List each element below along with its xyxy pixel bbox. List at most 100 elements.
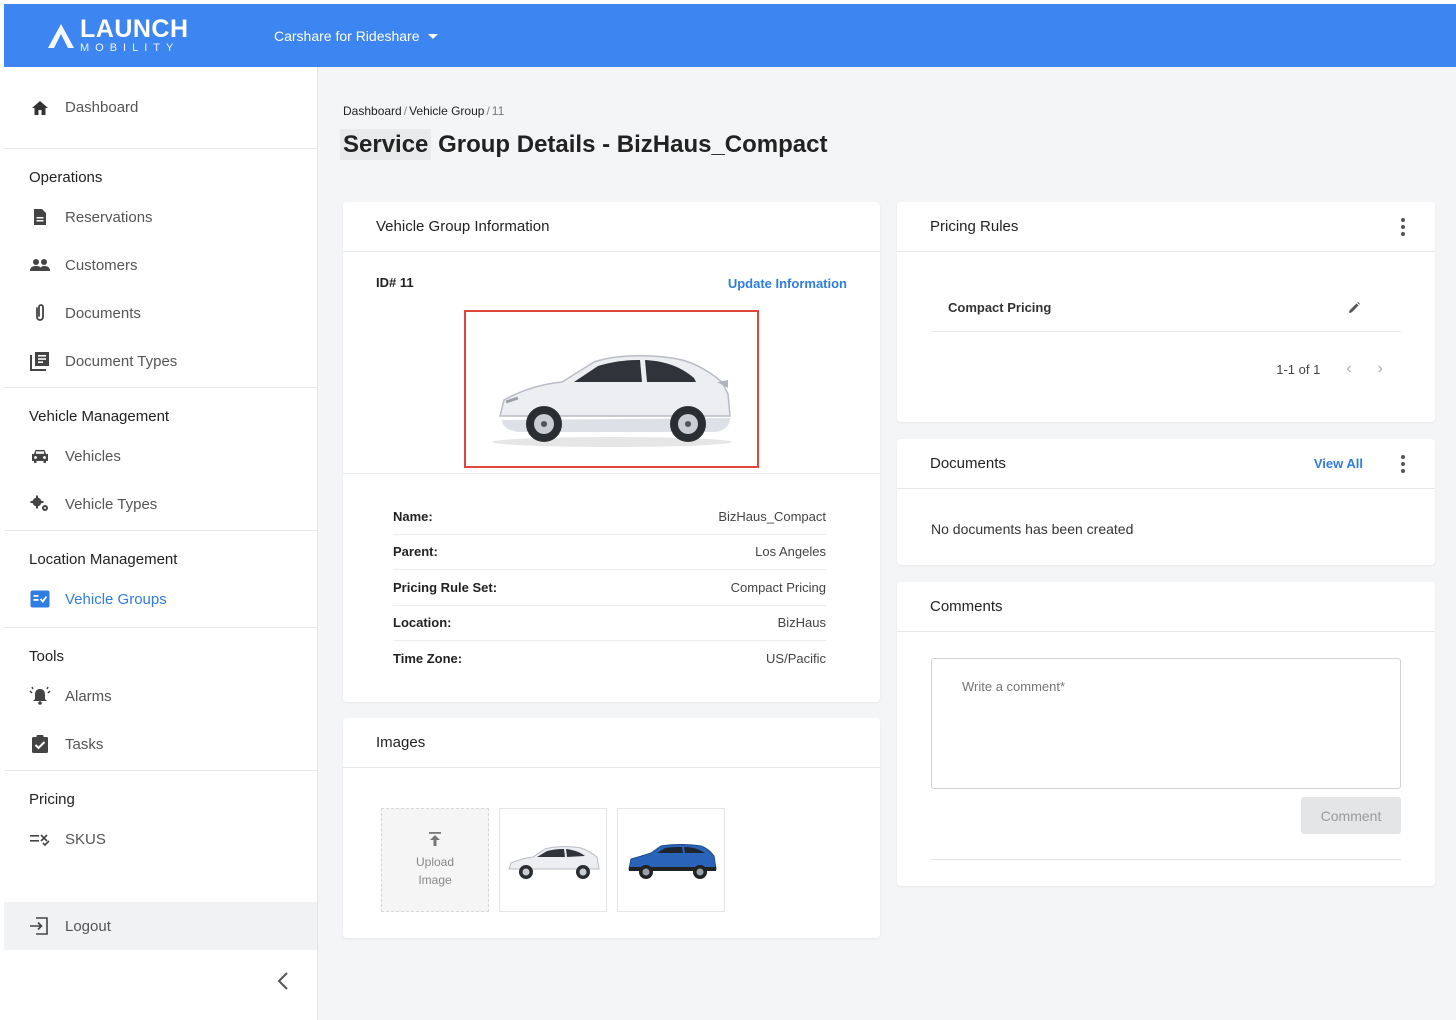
app-switcher-label: Carshare for Rideshare	[274, 27, 420, 44]
section-tools: Tools	[4, 627, 317, 672]
sidebar-item-label: Document Types	[65, 352, 178, 370]
pricing-rule-row[interactable]: Compact Pricing	[931, 284, 1401, 332]
upload-label-line2: Image	[418, 873, 452, 887]
sidebar-item-label: Documents	[65, 304, 141, 322]
upload-label-line1: Upload	[415, 855, 455, 869]
field-label: Pricing Rule Set:	[393, 579, 498, 595]
page-title-highlight: Service	[340, 129, 432, 160]
card-heading-label: Pricing Rules	[930, 218, 1019, 235]
edit-pencil-icon[interactable]	[1347, 301, 1361, 315]
update-information-link[interactable]: Update Information	[728, 276, 847, 291]
card-heading: Images	[343, 718, 880, 768]
logout-label: Logout	[65, 917, 111, 935]
section-location-management: Location Management	[4, 530, 317, 575]
people-icon	[29, 255, 51, 275]
comment-button[interactable]: Comment	[1301, 797, 1401, 834]
caret-down-icon	[427, 34, 438, 39]
sidebar-item-tasks[interactable]: Tasks	[4, 720, 317, 768]
main-content: Dashboard / Vehicle Group/11 Service Group…	[318, 67, 1456, 1020]
car-icon	[29, 446, 51, 466]
card-heading: Vehicle Group Information	[343, 202, 880, 252]
sidebar-item-documents[interactable]: Documents	[4, 289, 317, 337]
card-heading: Comments	[897, 582, 1435, 632]
vehicle-group-fields: Name: BizHaus_Compact Parent: Los Angeles …	[393, 499, 826, 677]
sidebar-item-vehicle-groups[interactable]: Vehicle Groups	[4, 575, 317, 623]
sidebar-item-label: Customers	[65, 256, 138, 274]
card-divider	[343, 473, 880, 474]
breadcrumb-separator: /	[403, 104, 408, 118]
sidebar-item-alarms[interactable]: Alarms	[4, 672, 317, 720]
vehicle-group-hero-image[interactable]	[464, 310, 759, 468]
top-bar: LAUNCH MOBILITY Carshare for Rideshare	[4, 4, 1456, 67]
card-heading-label: Documents	[930, 455, 1006, 472]
page-title-rest: Group Details - BizHaus_Compact	[431, 131, 828, 158]
field-value: Los Angeles	[755, 544, 826, 560]
list-check-icon	[29, 829, 51, 849]
app-switcher-dropdown[interactable]: Carshare for Rideshare	[274, 28, 438, 44]
images-card: Images Upload Image	[343, 718, 880, 938]
white-hatchback-thumbnail	[508, 846, 600, 879]
field-label: Time Zone:	[393, 651, 463, 667]
sidebar-item-vehicles[interactable]: Vehicles	[4, 432, 317, 480]
pricing-rule-name: Compact Pricing	[948, 300, 1052, 315]
section-vehicle-management: Vehicle Management	[4, 387, 317, 432]
card-heading: Pricing Rules	[897, 202, 1435, 252]
library-books-icon	[29, 351, 51, 371]
sidebar-item-vehicle-types[interactable]: Vehicle Types	[4, 480, 317, 528]
brand-sub: MOBILITY	[80, 42, 180, 54]
sidebar-item-reservations[interactable]: Reservations	[4, 193, 317, 241]
logout-button[interactable]: Logout	[4, 902, 317, 950]
field-label: Parent:	[393, 544, 438, 560]
sidebar: Dashboard Operations Reservations Custom…	[4, 67, 318, 1020]
pricing-rules-card: Pricing Rules Compact Pricing 1-1 of 1 ‹…	[897, 202, 1435, 422]
view-all-link[interactable]: View All	[1314, 456, 1363, 471]
breadcrumb: Dashboard / Vehicle Group/11	[343, 104, 504, 118]
comment-input[interactable]	[931, 658, 1401, 789]
upload-image-button[interactable]: Upload Image	[381, 808, 489, 912]
breadcrumb-current: 11	[491, 104, 505, 118]
field-value: BizHaus	[777, 615, 826, 631]
field-label: Name:	[393, 508, 433, 524]
field-time-zone: Time Zone: US/Pacific	[393, 641, 826, 677]
field-label: Location:	[393, 615, 452, 631]
sidebar-item-skus[interactable]: SKUS	[4, 815, 317, 863]
image-thumbnail[interactable]	[617, 808, 725, 912]
vehicle-group-id: ID# 11	[376, 275, 414, 290]
section-operations: Operations	[4, 148, 317, 193]
more-vert-icon[interactable]	[1401, 455, 1405, 473]
upload-icon	[429, 832, 441, 846]
paperclip-icon	[29, 303, 51, 323]
collapse-sidebar-button[interactable]	[273, 970, 295, 992]
brand-logo[interactable]: LAUNCH MOBILITY	[4, 17, 274, 54]
section-pricing: Pricing	[4, 770, 317, 815]
vehicle-group-info-card: Vehicle Group Information ID# 11 Update …	[343, 202, 880, 702]
app-frame: LAUNCH MOBILITY Carshare for Rideshare D…	[4, 4, 1456, 1020]
sidebar-item-label: Tasks	[65, 735, 104, 753]
logout-icon	[29, 917, 51, 935]
documents-empty-message: No documents has been created	[931, 521, 1134, 537]
breadcrumb-vehicle-group-link[interactable]: Vehicle Group	[409, 104, 484, 118]
brand-name: LAUNCH	[80, 15, 189, 43]
white-hatchback-car-image	[491, 355, 732, 447]
file-icon	[29, 207, 51, 227]
launch-logo-icon	[48, 23, 74, 48]
page-title: Service Group Details - BizHaus_Compact	[340, 129, 828, 160]
sidebar-item-customers[interactable]: Customers	[4, 241, 317, 289]
pagination-label: 1-1 of 1	[1276, 361, 1321, 377]
field-value: US/Pacific	[766, 651, 826, 667]
sidebar-item-label: SKUS	[65, 830, 106, 848]
image-thumbnails: Upload Image	[381, 808, 725, 912]
more-vert-icon[interactable]	[1401, 218, 1405, 236]
chevron-right-icon[interactable]: ›	[1378, 360, 1383, 378]
field-parent: Parent: Los Angeles	[393, 535, 826, 570]
breadcrumb-dashboard-link[interactable]: Dashboard	[343, 104, 402, 118]
sidebar-item-dashboard[interactable]: Dashboard	[4, 67, 317, 148]
comments-divider	[931, 859, 1401, 860]
sidebar-item-label: Dashboard	[65, 99, 139, 116]
comments-card: Comments Comment	[897, 582, 1435, 886]
image-thumbnail[interactable]	[499, 808, 607, 912]
sidebar-item-document-types[interactable]: Document Types	[4, 337, 317, 385]
sidebar-item-label: Vehicle Groups	[65, 590, 167, 608]
sidebar-item-label: Alarms	[65, 687, 112, 705]
chevron-left-icon[interactable]: ‹	[1346, 360, 1351, 378]
